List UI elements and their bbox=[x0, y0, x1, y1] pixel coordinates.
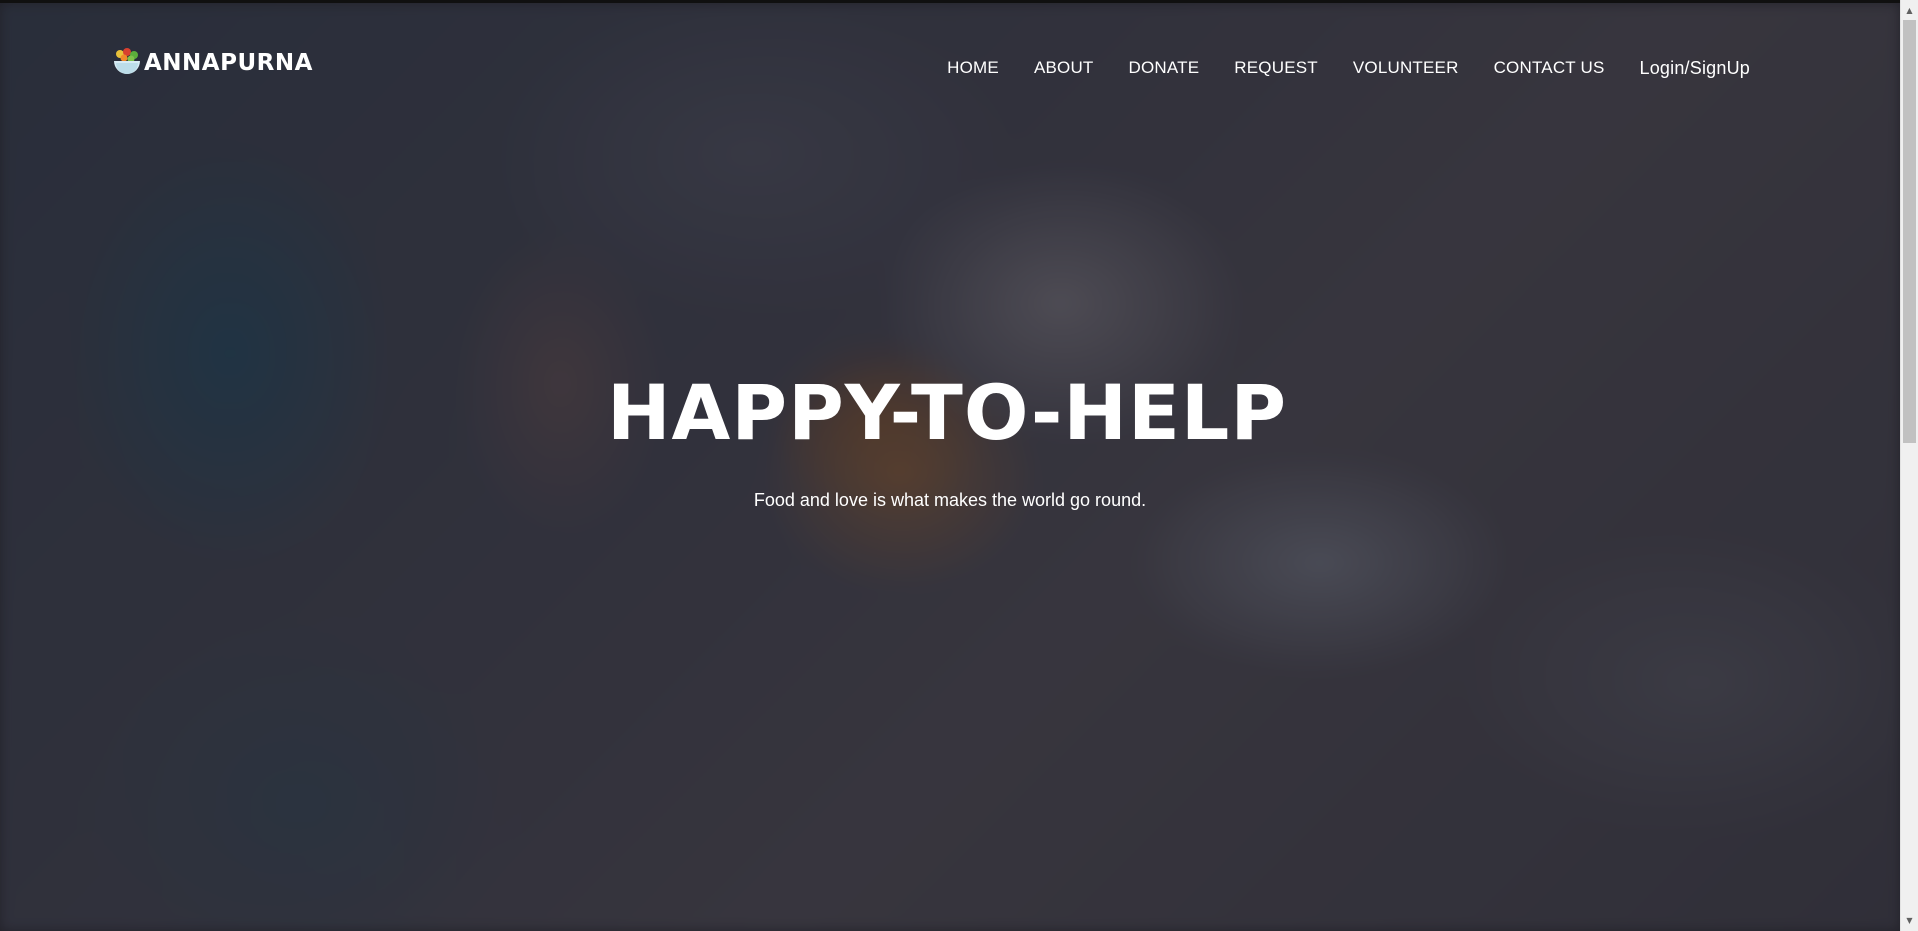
nav-item-request: REQUEST bbox=[1234, 58, 1318, 79]
nav-link-contact-us[interactable]: CONTACT US bbox=[1494, 58, 1605, 77]
scroll-up-arrow-icon[interactable]: ▲ bbox=[1901, 2, 1918, 19]
nav-link-volunteer[interactable]: VOLUNTEER bbox=[1353, 58, 1459, 77]
hero-section: ANNAPURNA HOME ABOUT DONATE REQUEST VOLU… bbox=[0, 0, 1900, 931]
nav-link-request[interactable]: REQUEST bbox=[1234, 58, 1318, 77]
navbar: ANNAPURNA HOME ABOUT DONATE REQUEST VOLU… bbox=[0, 3, 1900, 123]
nav-item-home: HOME bbox=[947, 58, 999, 79]
vertical-scrollbar[interactable]: ▲ ▼ bbox=[1900, 0, 1918, 931]
nav-link-login-signup[interactable]: Login/SignUp bbox=[1640, 58, 1750, 78]
hero-subtitle: Food and love is what makes the world go… bbox=[753, 490, 1147, 510]
brand-logo-link[interactable]: ANNAPURNA bbox=[112, 46, 313, 80]
nav-item-donate: DONATE bbox=[1129, 58, 1200, 79]
scrollbar-thumb[interactable] bbox=[1903, 20, 1916, 443]
scroll-down-arrow-icon[interactable]: ▼ bbox=[1901, 912, 1918, 929]
nav-link-about[interactable]: ABOUT bbox=[1034, 58, 1094, 77]
brand-name: ANNAPURNA bbox=[144, 50, 313, 76]
nav-link-home[interactable]: HOME bbox=[947, 58, 999, 77]
nav-menu: HOME ABOUT DONATE REQUEST VOLUNTEER CONT… bbox=[947, 58, 1750, 79]
nav-link-donate[interactable]: DONATE bbox=[1129, 58, 1200, 77]
nav-item-contact: CONTACT US bbox=[1494, 58, 1605, 79]
nav-item-login: Login/SignUp bbox=[1640, 58, 1750, 79]
nav-item-volunteer: VOLUNTEER bbox=[1353, 58, 1459, 79]
hero-title: HAPPY-TO-HELP bbox=[606, 368, 1288, 457]
food-bowl-icon bbox=[112, 46, 142, 80]
hero-content: HAPPY-TO-HELP Food and love is what make… bbox=[0, 368, 1900, 511]
nav-item-about: ABOUT bbox=[1034, 58, 1094, 79]
